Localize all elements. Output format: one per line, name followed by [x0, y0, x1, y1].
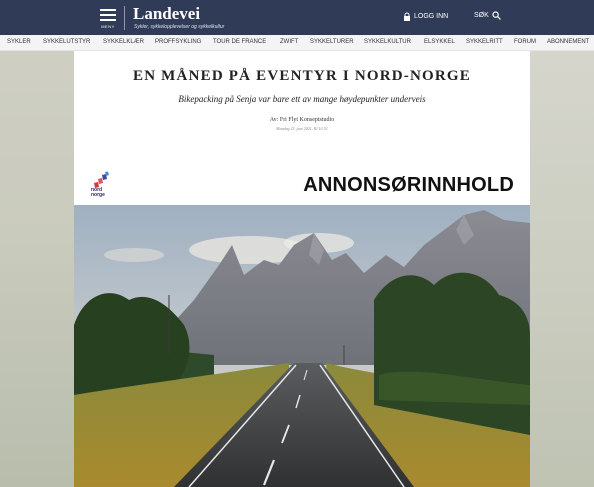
menu-label: MENY: [101, 24, 115, 29]
nav-item-abonnement[interactable]: ABONNEMENT: [547, 39, 589, 45]
article-subtitle: Bikepacking på Senja var bare ett av man…: [178, 94, 426, 104]
page-background-left: [0, 35, 74, 487]
menu-button[interactable]: MENY: [98, 6, 118, 32]
sponsor-brand-text: nord norge: [91, 187, 105, 198]
nav-item-sykler[interactable]: SYKLER: [7, 39, 31, 45]
nav-item-sykkelturer[interactable]: SYKKELTURER: [310, 39, 354, 45]
article-content: EN MÅNED PÅ EVENTYR I NORD-NORGE Bikepac…: [74, 51, 530, 487]
search-label: SØK: [474, 12, 489, 19]
article-date: Mandag 21. juni 2021. Kl 10:51: [276, 126, 328, 131]
nav-item-sykkelutstyr[interactable]: SYKKELUTSTYR: [43, 39, 90, 45]
search-button[interactable]: SØK: [474, 11, 501, 20]
hamburger-menu-icon-bar: [100, 19, 116, 21]
nav-item-proffsykling[interactable]: PROFFSYKLING: [155, 39, 201, 45]
nav-item-sykkelklaer[interactable]: SYKKELKLÆR: [103, 39, 144, 45]
site-header: MENY Landevei Sykler, sykkelopplevelser …: [0, 0, 594, 35]
article-title: EN MÅNED PÅ EVENTYR I NORD-NORGE: [133, 68, 471, 84]
nav-item-elsykkel[interactable]: ELSYKKEL: [424, 39, 455, 45]
nav-item-forum[interactable]: FORUM: [514, 39, 536, 45]
header-divider: [124, 6, 125, 30]
hero-image: [74, 205, 530, 487]
login-button[interactable]: LOGG INN: [403, 12, 448, 21]
site-logo[interactable]: Landevei: [133, 5, 200, 23]
nav-item-tour-de-france[interactable]: TOUR DE FRANCE: [213, 39, 266, 45]
site-tagline: Sykler, sykkelopplevelser og sykkelkultu…: [134, 24, 225, 30]
hamburger-menu-icon: [100, 9, 116, 11]
hamburger-menu-icon-bar: [100, 14, 116, 16]
login-label: LOGG INN: [414, 13, 449, 20]
nav-item-sykkelkultur[interactable]: SYKKELKULTUR: [364, 39, 411, 45]
nav-item-sykkelritt[interactable]: SYKKELRITT: [466, 39, 503, 45]
article-byline[interactable]: Av: Fri Flyt Konseptstudio: [74, 117, 530, 123]
search-icon: [492, 11, 501, 20]
lock-icon: [404, 12, 410, 21]
page-background-right: [530, 35, 594, 487]
sponsored-content-label: ANNONSØRINNHOLD: [303, 174, 514, 196]
nav-item-zwift[interactable]: ZWIFT: [280, 39, 298, 45]
main-nav: SYKLER SYKKELUTSTYR SYKKELKLÆR PROFFSYKL…: [0, 35, 594, 51]
